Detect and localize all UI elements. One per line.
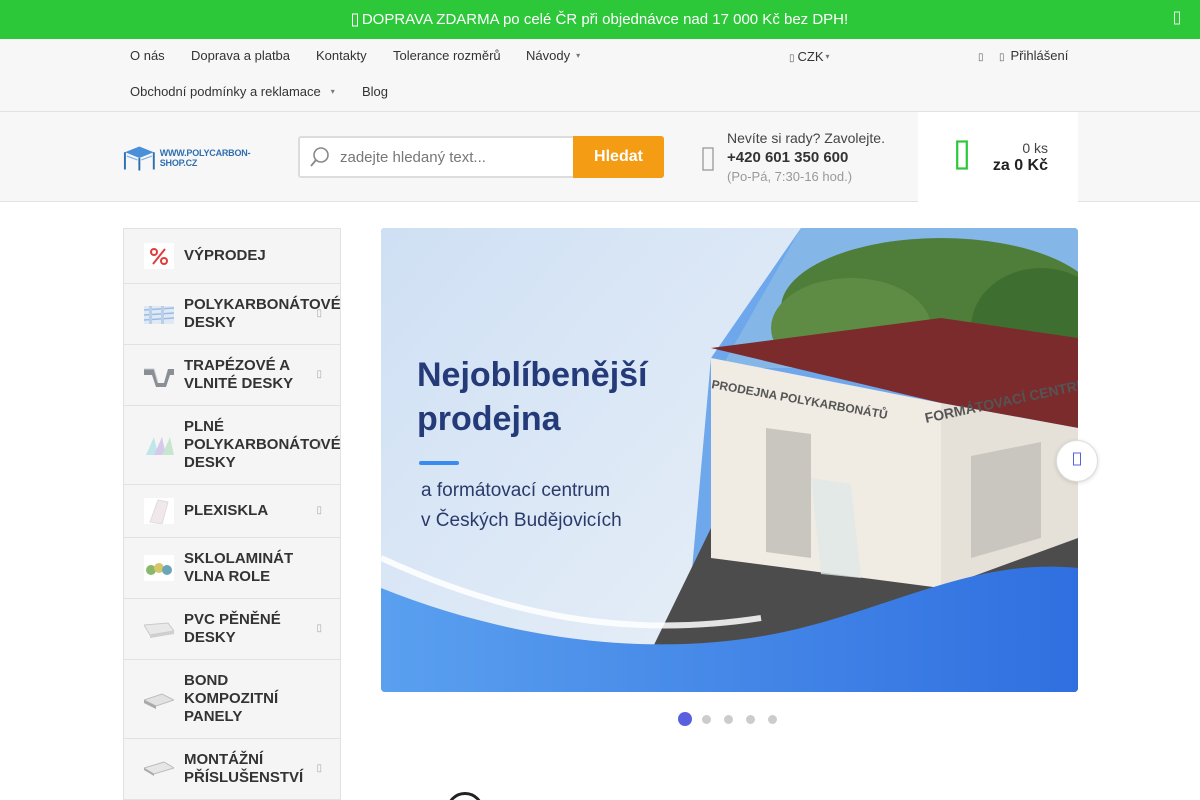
nav-link-blog[interactable]: Blog — [362, 85, 388, 99]
help-question: Nevíte si rady? Zavolejte. — [727, 130, 885, 146]
nav-link-guides[interactable]: Návody ▾ — [526, 49, 580, 63]
slider-dot-3[interactable] — [724, 714, 733, 724]
user-icon[interactable]: ▯ — [978, 49, 984, 65]
accessories-thumbnail — [144, 761, 174, 776]
category-label: PVC PĚNĚNÉ DESKY — [184, 611, 281, 646]
banner-sub-line2: v Českých Budějovicích — [421, 510, 622, 531]
close-icon[interactable] — [1174, 11, 1180, 28]
percent-icon — [144, 243, 174, 269]
truck-icon — [351, 13, 358, 27]
category-label: MONTÁŽNÍ PŘÍSLUŠENSTVÍ — [184, 751, 304, 786]
slider-dot-1[interactable] — [678, 712, 692, 726]
opening-hours: (Po-Pá, 7:30-16 hod.) — [727, 169, 853, 184]
promo-text: DOPRAVA ZDARMA po celé ČR při objednávce… — [361, 11, 849, 28]
banner-heading-line2: prodejna — [417, 400, 561, 438]
category-label: SKLOLAMINÁT VLNA ROLE — [184, 550, 294, 585]
search-icon — [300, 138, 340, 176]
logo[interactable]: WWW.POLYCARBON-SHOP.CZ — [123, 143, 283, 173]
cart-count: 0 ks — [1022, 139, 1048, 156]
banner-background: PRODEJNA POLYKARBONÁTŮ FORMÁTOVACÍ CENTR… — [381, 228, 1078, 692]
search-box: Hledat — [298, 136, 664, 178]
cart-summary: 0 ks za 0 Kč — [984, 140, 1048, 175]
solid-sheet-thumbnail — [146, 437, 174, 455]
nav-link-about[interactable]: O nás — [130, 49, 165, 63]
category-label: BOND KOMPOZITNÍ PANELY — [184, 672, 279, 725]
chevron-down-icon: ▾ — [576, 51, 581, 60]
chevron-down-icon: ▾ — [330, 87, 335, 96]
banner-sub-line1: a formátovací centrum — [421, 480, 611, 501]
help-contact: Nevíte si rady? Zavolejte. +420 601 350 … — [727, 130, 885, 184]
cart-button[interactable]: 0 ks za 0 Kč — [918, 112, 1078, 202]
category-label: PLEXISKLA — [184, 502, 269, 519]
slider-next-button[interactable] — [1056, 440, 1098, 482]
currency-icon: ▯ — [789, 53, 795, 64]
category-label: TRAPÉZOVÉ A VLNITÉ DESKY — [184, 357, 294, 392]
phone-icon — [702, 147, 714, 176]
top-navigation: O nás Doprava a platba Kontakty Toleranc… — [0, 39, 1200, 112]
slider-dots — [678, 712, 790, 726]
cart-total: za 0 Kč — [992, 156, 1048, 174]
category-trapezoid-sheets[interactable]: TRAPÉZOVÉ A VLNITÉ DESKY ▯ — [124, 345, 340, 406]
currency-selector[interactable]: ▯ CZK ▾ — [789, 50, 830, 66]
slider-dot-2[interactable] — [702, 714, 711, 724]
slider-dot-4[interactable] — [746, 714, 755, 724]
currency-label: CZK — [797, 49, 824, 64]
nav-link-shipping[interactable]: Doprava a platba — [191, 49, 290, 63]
banner-accent-line — [419, 461, 459, 465]
chevron-right-icon: ▯ — [316, 439, 322, 450]
slider-dot-5[interactable] — [768, 714, 777, 724]
category-pvc-foam[interactable]: PVC PĚNĚNÉ DESKY ▯ — [124, 599, 340, 660]
pvc-foam-thumbnail — [144, 622, 174, 638]
search-input[interactable] — [340, 138, 573, 176]
category-mounting-accessories[interactable]: MONTÁŽNÍ PŘÍSLUŠENSTVÍ ▯ — [124, 739, 340, 800]
phone-number[interactable]: +420 601 350 600 — [727, 149, 885, 166]
chevron-right-icon: ▯ — [316, 369, 322, 380]
fiberglass-roll-thumbnail — [144, 555, 174, 581]
chevron-right-icon: ▯ — [316, 623, 322, 634]
login-label: Přihlášení — [1010, 48, 1069, 63]
chevron-down-icon: ▾ — [825, 52, 830, 61]
nav-link-guides-label: Návody — [526, 48, 571, 63]
chevron-right-icon — [1073, 452, 1081, 471]
trapezoid-sheet-thumbnail — [144, 368, 174, 387]
category-bond-panels[interactable]: BOND KOMPOZITNÍ PANELY — [124, 660, 340, 739]
search-button[interactable]: Hledat — [573, 136, 664, 178]
promo-bar: DOPRAVA ZDARMA po celé ČR při objednávce… — [0, 0, 1200, 39]
plexiglass-thumbnail — [144, 498, 174, 524]
category-polycarbonate-sheets[interactable]: POLYKARBONÁTOVÉ DESKY ▯ — [124, 284, 340, 345]
nav-links: O nás Doprava a platba Kontakty Toleranc… — [123, 49, 1200, 99]
circle-icon — [446, 792, 484, 800]
chevron-right-icon: ▯ — [316, 763, 322, 774]
category-solid-polycarbonate[interactable]: PLNÉ POLYKARBONÁTOVÉ DESKY ▯ — [124, 406, 340, 485]
nav-link-terms[interactable]: Obchodní podmínky a reklamace ▾ — [130, 85, 335, 99]
site-header: WWW.POLYCARBON-SHOP.CZ Hledat Nevíte si … — [0, 112, 1200, 202]
polycarbonate-sheet-thumbnail — [144, 306, 174, 324]
category-label: VÝPRODEJ — [184, 247, 266, 264]
category-sale[interactable]: VÝPRODEJ — [124, 229, 340, 284]
nav-link-contacts[interactable]: Kontakty — [316, 49, 367, 63]
logo-icon — [123, 146, 155, 171]
chevron-right-icon: ▯ — [316, 308, 322, 319]
banner-heading-line1: Nejoblíbenější — [417, 356, 648, 394]
logo-text: WWW.POLYCARBON-SHOP.CZ — [159, 148, 251, 168]
category-sidebar: VÝPRODEJ POLYKARBONÁTOVÉ DESKY ▯ TRAPÉZOV… — [123, 228, 341, 800]
login-link[interactable]: ▯ Přihlášení — [999, 49, 1068, 65]
login-icon: ▯ — [999, 52, 1005, 63]
hero-banner[interactable]: PRODEJNA POLYKARBONÁTŮ FORMÁTOVACÍ CENTR… — [381, 228, 1078, 692]
category-fiberglass-roll[interactable]: SKLOLAMINÁT VLNA ROLE — [124, 538, 340, 599]
cart-icon — [956, 139, 968, 175]
category-plexiglass[interactable]: PLEXISKLA ▯ — [124, 485, 340, 538]
chevron-right-icon: ▯ — [316, 505, 322, 516]
nav-link-tolerance[interactable]: Tolerance rozměrů — [393, 49, 501, 63]
bond-panel-thumbnail — [144, 693, 174, 709]
nav-link-terms-label: Obchodní podmínky a reklamace — [130, 84, 321, 99]
